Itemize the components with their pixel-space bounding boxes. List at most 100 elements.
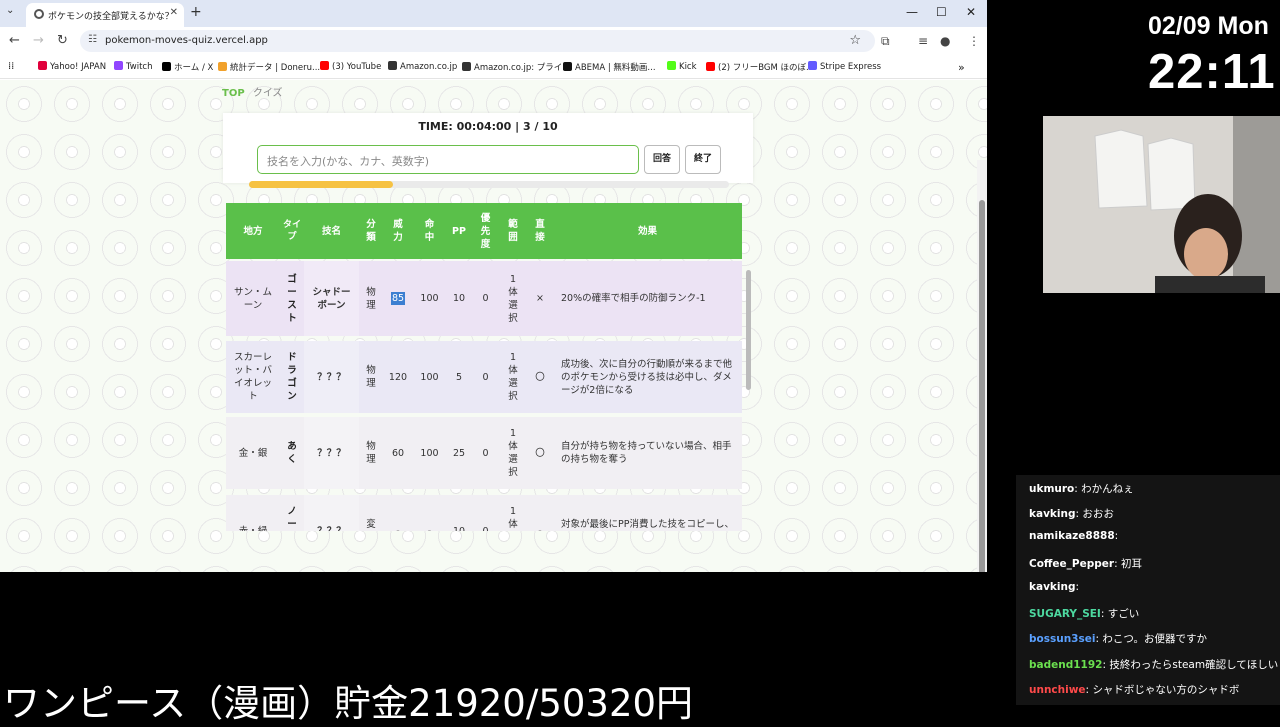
webcam-feed — [1043, 116, 1280, 293]
cell-region: スカーレット・バイオレット — [233, 352, 272, 402]
breadcrumb-top-link[interactable]: TOP — [222, 88, 245, 99]
bookmark-amazon[interactable]: Amazon.co.jp — [388, 61, 457, 72]
chat-separator: : — [1114, 558, 1121, 570]
chat-separator: : — [1114, 530, 1119, 542]
cell-name: シャドーボーン — [304, 261, 359, 336]
tab-search-icon[interactable]: ⌄ — [6, 5, 14, 16]
tab-title: ポケモンの技全部覚えるかな？ — [48, 12, 174, 22]
more-bookmarks-icon[interactable]: » — [958, 61, 965, 74]
bookmark-twitch[interactable]: Twitch — [114, 61, 153, 72]
chat-message: unnchiwe: シャドボじゃない方のシャドボ — [1029, 682, 1239, 697]
cell-type: あく — [287, 441, 297, 465]
chat-message: kavking: おおお — [1029, 506, 1114, 521]
chat-message: Coffee_Pepper: 初耳 — [1029, 556, 1142, 571]
close-window-icon[interactable]: ✕ — [966, 5, 976, 19]
cell-priority: 0 — [482, 447, 489, 459]
col-category: 分類 — [366, 219, 376, 243]
answer-input[interactable]: 技名を入力(かな、カナ、英数字) — [257, 145, 639, 174]
table-row: サン・ムーン ゴースト シャドーボーン 物理 85 100 10 0 1体選択 × 20%の確率で相… — [226, 261, 742, 336]
cell-accuracy: 100 — [420, 293, 439, 304]
cell-range: 1体選択 — [508, 352, 518, 402]
cell-pp: 5 — [455, 371, 463, 383]
submit-button[interactable]: 回答 — [644, 145, 680, 174]
chat-message: badend1192: 技終わったらsteam確認してほしい — [1029, 657, 1278, 672]
minimize-icon[interactable]: — — [906, 5, 918, 19]
cell-priority: 0 — [482, 293, 489, 304]
cell-name: ？？？ — [304, 417, 359, 489]
chat-username[interactable]: bossun3sei — [1029, 633, 1095, 645]
table-scroll-thumb[interactable] — [746, 270, 751, 390]
page-scrollbar[interactable] — [977, 160, 987, 572]
chat-username[interactable]: kavking — [1029, 581, 1076, 593]
active-tab[interactable]: ポケモンの技全部覚えるかな？ ✕ — [26, 3, 184, 27]
col-power: 威力 — [393, 219, 403, 243]
new-tab-icon[interactable]: + — [190, 4, 202, 20]
table-row: 金・銀 あく ？？？ 物理 60 100 25 0 1体選択 〇 自分が持ち物を持っていない場合、相… — [226, 417, 742, 489]
chat-username[interactable]: ukmuro — [1029, 483, 1074, 495]
bookmark-youtube[interactable]: (3) YouTube — [320, 61, 381, 72]
chat-username[interactable]: Coffee_Pepper — [1029, 558, 1114, 570]
close-tab-icon[interactable]: ✕ — [170, 7, 178, 18]
col-region: 地方 — [243, 225, 263, 237]
cell-power: 85 — [383, 261, 413, 336]
bookmark-free-bgm[interactable]: (2) フリーBGM ほのぼ... — [706, 61, 814, 73]
profile-icon[interactable]: ● — [940, 34, 950, 48]
cell-category: 変化 — [366, 519, 376, 530]
bookmark-x[interactable]: ホーム / X — [162, 61, 213, 73]
site-favicon-icon — [34, 9, 44, 19]
site-info-icon[interactable]: ☷ — [88, 34, 97, 45]
col-name: 技名 — [321, 225, 341, 237]
bookmark-stripe[interactable]: Stripe Express — [808, 61, 881, 72]
timer-display: TIME: 00:04:00 | 3 / 10 — [418, 120, 558, 133]
media-icon[interactable]: ≡ — [918, 34, 928, 48]
chat-text: おおお — [1082, 508, 1114, 520]
bookmark-doneru[interactable]: 統計データ | Doneru... — [218, 61, 320, 73]
url-text: pokemon-moves-quiz.vercel.app — [105, 35, 268, 46]
breadcrumb-quiz: クイズ — [252, 88, 283, 99]
chat-text: わこつ。お便器ですか — [1102, 633, 1207, 645]
chat-text: すごい — [1107, 608, 1140, 620]
col-effect: 効果 — [637, 225, 657, 237]
chat-username[interactable]: namikaze8888 — [1029, 530, 1115, 542]
bookmark-kick[interactable]: Kick — [667, 61, 697, 72]
extensions-icon[interactable]: ⧉ — [881, 34, 890, 49]
menu-icon[interactable]: ⋮ — [968, 34, 980, 48]
chat-username[interactable]: SUGARY_SEI — [1029, 608, 1101, 620]
chat-message: bossun3sei: わこつ。お便器ですか — [1029, 631, 1207, 646]
bookmark-amazon-prime[interactable]: Amazon.co.jp: プライ... — [462, 61, 570, 73]
apps-icon[interactable]: ⁞⁞ — [8, 61, 14, 72]
quit-button[interactable]: 終了 — [685, 145, 721, 174]
chat-username[interactable]: unnchiwe — [1029, 684, 1086, 696]
bookmark-star-icon[interactable]: ☆ — [849, 33, 861, 48]
cell-type: ドラゴン — [287, 352, 297, 402]
cell-region: 金・銀 — [238, 447, 268, 459]
table-scrollbar[interactable] — [744, 200, 754, 532]
cell-effect: 自分が持ち物を持っていない場合、相手の持ち物を奪う — [561, 441, 732, 465]
browser-window: ⌄ ポケモンの技全部覚えるかな？ ✕ + — ☐ ✕ ← → ↻ ☷ pokem… — [0, 0, 987, 572]
chat-text: わかんねぇ — [1081, 483, 1134, 495]
cell-contact: - — [538, 525, 542, 532]
cell-effect: 成功後、次に自分の行動順が来るまで他のポケモンから受ける技は必中し、ダメージが2… — [561, 358, 733, 396]
page-scroll-thumb[interactable] — [979, 200, 985, 572]
cell-name: ？？？ — [304, 495, 359, 531]
reload-icon[interactable]: ↻ — [57, 33, 68, 48]
cell-contact: × — [536, 293, 544, 304]
address-bar[interactable]: ☷ pokemon-moves-quiz.vercel.app ☆ — [80, 30, 875, 52]
bookmark-abema[interactable]: ABEMA | 無料動画... — [563, 61, 656, 73]
cell-accuracy: 100 — [420, 447, 439, 459]
maximize-icon[interactable]: ☐ — [936, 5, 947, 19]
chat-username[interactable]: kavking — [1029, 508, 1076, 520]
cell-category: 物理 — [366, 441, 376, 465]
chat-separator: : — [1100, 608, 1108, 620]
forward-icon[interactable]: → — [33, 33, 44, 48]
progress-fill — [249, 181, 393, 188]
chat-text: シャドボじゃない方のシャドボ — [1092, 684, 1240, 696]
cell-region: 赤・緑 — [238, 525, 268, 532]
back-icon[interactable]: ← — [9, 33, 20, 48]
chat-username[interactable]: badend1192 — [1029, 659, 1102, 671]
cell-pp: 25 — [452, 447, 466, 459]
webcam-image — [1043, 116, 1280, 293]
breadcrumb: TOP クイズ — [222, 84, 283, 99]
chat-message: namikaze8888: — [1029, 530, 1118, 542]
bookmark-yahoo[interactable]: Yahoo! JAPAN — [38, 61, 106, 72]
